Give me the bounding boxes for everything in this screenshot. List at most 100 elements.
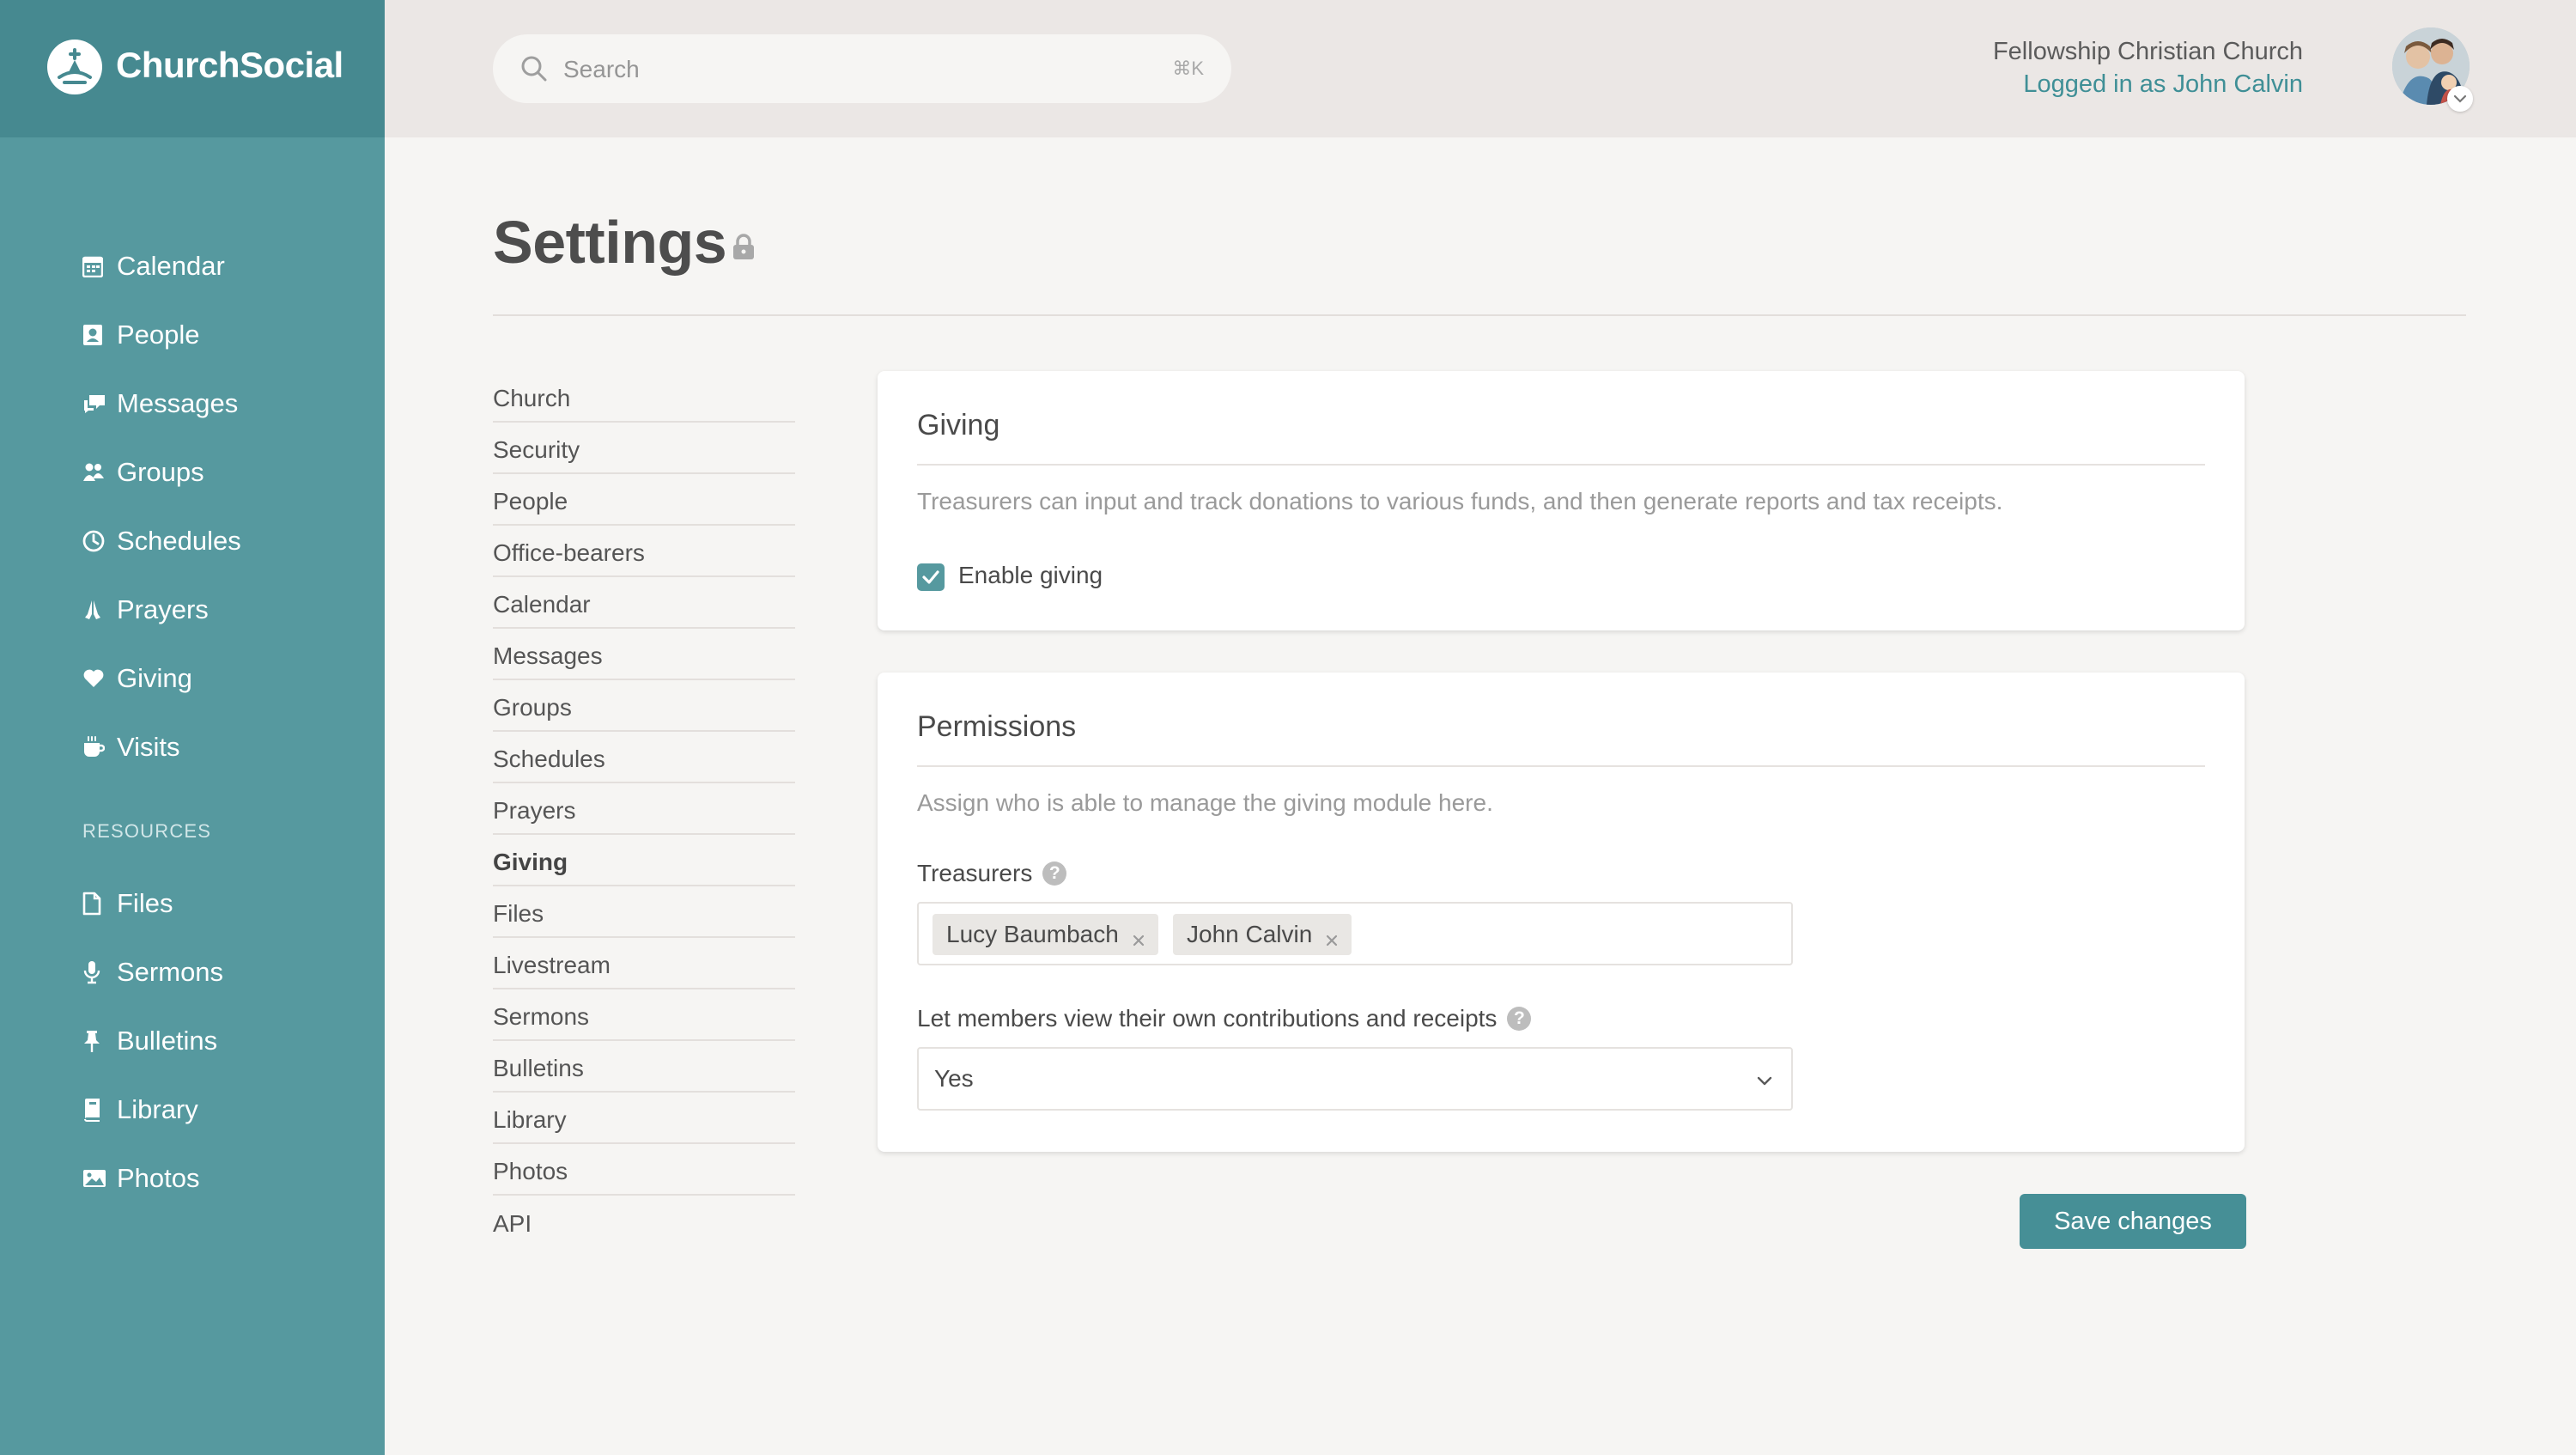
sidebar-item-schedules[interactable]: Schedules	[82, 507, 241, 575]
search-box[interactable]: ⌘K	[493, 34, 1231, 103]
treasurer-tag: John Calvin	[1173, 914, 1352, 955]
save-changes-button[interactable]: Save changes	[2020, 1194, 2246, 1249]
settings-nav: Church Security People Office-bearers Ca…	[493, 371, 795, 1247]
microphone-icon	[82, 955, 117, 989]
sidebar-item-visits[interactable]: Visits	[82, 713, 241, 782]
settings-nav-office-bearers[interactable]: Office-bearers	[493, 526, 795, 577]
treasurers-input[interactable]: Lucy Baumbach John Calvin	[917, 902, 1793, 965]
card-description: Assign who is able to manage the giving …	[917, 789, 1493, 816]
chat-bubbles-icon	[82, 387, 117, 421]
settings-nav-library[interactable]: Library	[493, 1093, 795, 1144]
sidebar-item-bulletins[interactable]: Bulletins	[82, 1007, 223, 1075]
settings-nav-people[interactable]: People	[493, 474, 795, 526]
primary-nav: Calendar People Messages Groups Schedule…	[82, 232, 241, 782]
card-divider	[917, 464, 2205, 466]
person-card-icon	[82, 318, 117, 352]
treasurers-label-text: Treasurers	[917, 860, 1033, 886]
brand-name: ChurchSocial	[116, 45, 343, 85]
sidebar-item-label: People	[117, 320, 200, 350]
account-menu-toggle[interactable]	[2447, 86, 2473, 112]
settings-nav-sermons[interactable]: Sermons	[493, 989, 795, 1041]
settings-nav-api[interactable]: API	[493, 1196, 795, 1247]
file-icon	[82, 886, 117, 921]
sidebar-item-label: Sermons	[117, 957, 224, 987]
brand-bar[interactable]: ChurchSocial	[0, 0, 385, 137]
sidebar-item-giving[interactable]: Giving	[82, 644, 241, 713]
image-icon	[82, 1161, 117, 1196]
remove-tag-icon[interactable]	[1324, 927, 1340, 947]
sidebar-item-label: Files	[117, 888, 173, 918]
sidebar-item-label: Bulletins	[117, 1026, 218, 1056]
checkmark-icon	[922, 570, 939, 584]
sidebar-item-label: Messages	[117, 388, 239, 418]
search-shortcut: ⌘K	[1172, 58, 1204, 79]
card-title: Giving	[917, 409, 1000, 441]
view-own-contributions-select[interactable]: Yes	[917, 1047, 1793, 1111]
group-icon	[82, 455, 117, 490]
view-own-contributions-label: Let members view their own contributions…	[917, 1005, 1532, 1032]
book-icon	[82, 1093, 117, 1127]
remove-tag-icon[interactable]	[1131, 927, 1146, 947]
sidebar-item-sermons[interactable]: Sermons	[82, 938, 223, 1007]
settings-nav-photos[interactable]: Photos	[493, 1144, 795, 1196]
sidebar-item-messages[interactable]: Messages	[82, 369, 241, 438]
chevron-down-icon	[1755, 1071, 1774, 1094]
logged-in-user[interactable]: Logged in as John Calvin	[2023, 70, 2303, 99]
settings-nav-church[interactable]: Church	[493, 371, 795, 423]
settings-nav-schedules[interactable]: Schedules	[493, 732, 795, 783]
view-own-label-text: Let members view their own contributions…	[917, 1005, 1498, 1032]
pushpin-icon	[82, 1024, 117, 1058]
search-input[interactable]	[562, 50, 1123, 89]
sidebar-item-label: Schedules	[117, 526, 241, 556]
church-name: Fellowship Christian Church	[1992, 38, 2303, 65]
settings-nav-messages[interactable]: Messages	[493, 629, 795, 680]
settings-nav-security[interactable]: Security	[493, 423, 795, 474]
coffee-cup-icon	[82, 730, 117, 764]
sidebar-item-groups[interactable]: Groups	[82, 438, 241, 507]
giving-card: Giving Treasurers can input and track do…	[878, 371, 2245, 630]
lock-icon	[732, 234, 756, 265]
permissions-card: Permissions Assign who is able to manage…	[878, 673, 2245, 1152]
sidebar-item-label: Prayers	[117, 594, 209, 624]
enable-giving-checkbox[interactable]	[917, 563, 945, 591]
settings-nav-files[interactable]: Files	[493, 886, 795, 938]
settings-nav-calendar[interactable]: Calendar	[493, 577, 795, 629]
sidebar-item-label: Groups	[117, 457, 204, 487]
tag-label: John Calvin	[1187, 921, 1313, 947]
settings-nav-bulletins[interactable]: Bulletins	[493, 1041, 795, 1093]
sidebar-item-photos[interactable]: Photos	[82, 1144, 223, 1213]
sidebar: ChurchSocial Calendar People Messages Gr…	[0, 0, 385, 1455]
sidebar-item-label: Calendar	[117, 251, 225, 281]
title-divider	[493, 314, 2466, 316]
settings-nav-giving[interactable]: Giving	[493, 835, 795, 886]
treasurers-label: Treasurers ?	[917, 860, 1067, 887]
heart-icon	[82, 661, 117, 696]
resources-heading: RESOURCES	[82, 820, 212, 842]
settings-nav-livestream[interactable]: Livestream	[493, 938, 795, 989]
card-divider	[917, 765, 2205, 767]
help-icon[interactable]: ?	[1042, 861, 1067, 886]
help-icon[interactable]: ?	[1507, 1007, 1532, 1031]
sidebar-item-files[interactable]: Files	[82, 869, 223, 938]
church-spire-icon	[47, 40, 102, 94]
sidebar-item-library[interactable]: Library	[82, 1075, 223, 1144]
sidebar-item-people[interactable]: People	[82, 301, 241, 369]
tag-label: Lucy Baumbach	[946, 921, 1119, 947]
top-bar: ⌘K Fellowship Christian Church Logged in…	[385, 0, 2576, 137]
card-description: Treasurers can input and track donations…	[917, 488, 2003, 514]
praying-hands-icon	[82, 593, 117, 627]
calendar-icon	[82, 249, 117, 283]
search-icon	[519, 53, 550, 88]
clock-icon	[82, 524, 117, 558]
settings-nav-prayers[interactable]: Prayers	[493, 783, 795, 835]
page-title: Settings	[493, 209, 727, 276]
card-title: Permissions	[917, 710, 1077, 743]
settings-nav-groups[interactable]: Groups	[493, 680, 795, 732]
sidebar-item-label: Visits	[117, 732, 180, 762]
enable-giving-label[interactable]: Enable giving	[958, 562, 1103, 589]
sidebar-item-calendar[interactable]: Calendar	[82, 232, 241, 301]
select-value: Yes	[934, 1065, 974, 1092]
resources-nav: Files Sermons Bulletins Library Photos	[82, 869, 223, 1213]
sidebar-item-prayers[interactable]: Prayers	[82, 575, 241, 644]
sidebar-item-label: Giving	[117, 663, 192, 693]
